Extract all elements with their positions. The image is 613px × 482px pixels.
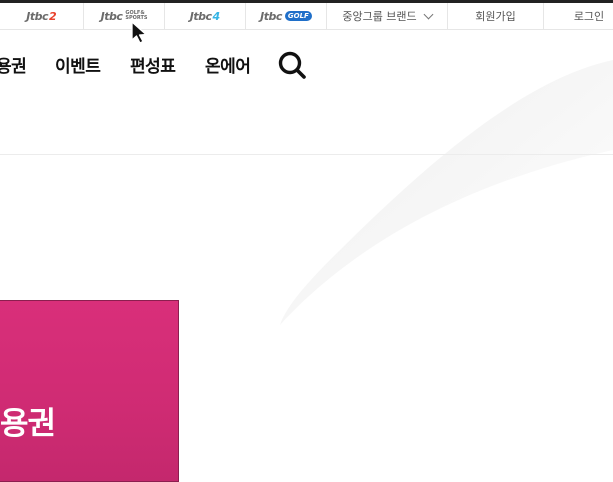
- brand-menu-dropdown[interactable]: 중앙그룹 브랜드: [327, 3, 448, 29]
- channel-link-jtbc-golf[interactable]: Jtbc GOLF: [246, 3, 327, 29]
- channel-topbar: Jtbc 2 Jtbc GOLF& SPORTS Jtbc 4 Jtbc GOL…: [0, 3, 613, 30]
- login-label: 로그인: [573, 10, 605, 23]
- jtbc4-logo: Jtbc 4: [189, 9, 221, 23]
- signup-label: 회원가입: [475, 10, 516, 23]
- nav-item-voucher[interactable]: 용권: [0, 52, 27, 77]
- login-link[interactable]: 로그인: [544, 3, 613, 29]
- channel-link-jtbc2[interactable]: Jtbc 2: [0, 3, 84, 29]
- banner-title: 용권: [0, 406, 56, 442]
- promo-banner[interactable]: [0, 300, 179, 482]
- channel-link-jtbc4[interactable]: Jtbc 4: [165, 3, 246, 29]
- jtbc-golf-logo: Jtbc GOLF: [260, 10, 312, 23]
- signup-link[interactable]: 회원가입: [448, 3, 544, 29]
- mouse-cursor-icon: [131, 21, 147, 44]
- header-divider: [0, 154, 613, 155]
- nav-item-onair[interactable]: 온에어: [205, 52, 251, 77]
- brand-menu-label: 중앙그룹 브랜드: [342, 10, 417, 23]
- nav-item-schedule[interactable]: 편성표: [130, 52, 176, 77]
- chevron-down-icon: [423, 9, 434, 19]
- jtbc2-logo: Jtbc 2: [26, 9, 57, 23]
- search-icon[interactable]: [277, 50, 307, 80]
- channel-link-jtbc-golf-sports[interactable]: Jtbc GOLF& SPORTS: [84, 3, 165, 29]
- nav-item-event[interactable]: 이벤트: [55, 52, 101, 77]
